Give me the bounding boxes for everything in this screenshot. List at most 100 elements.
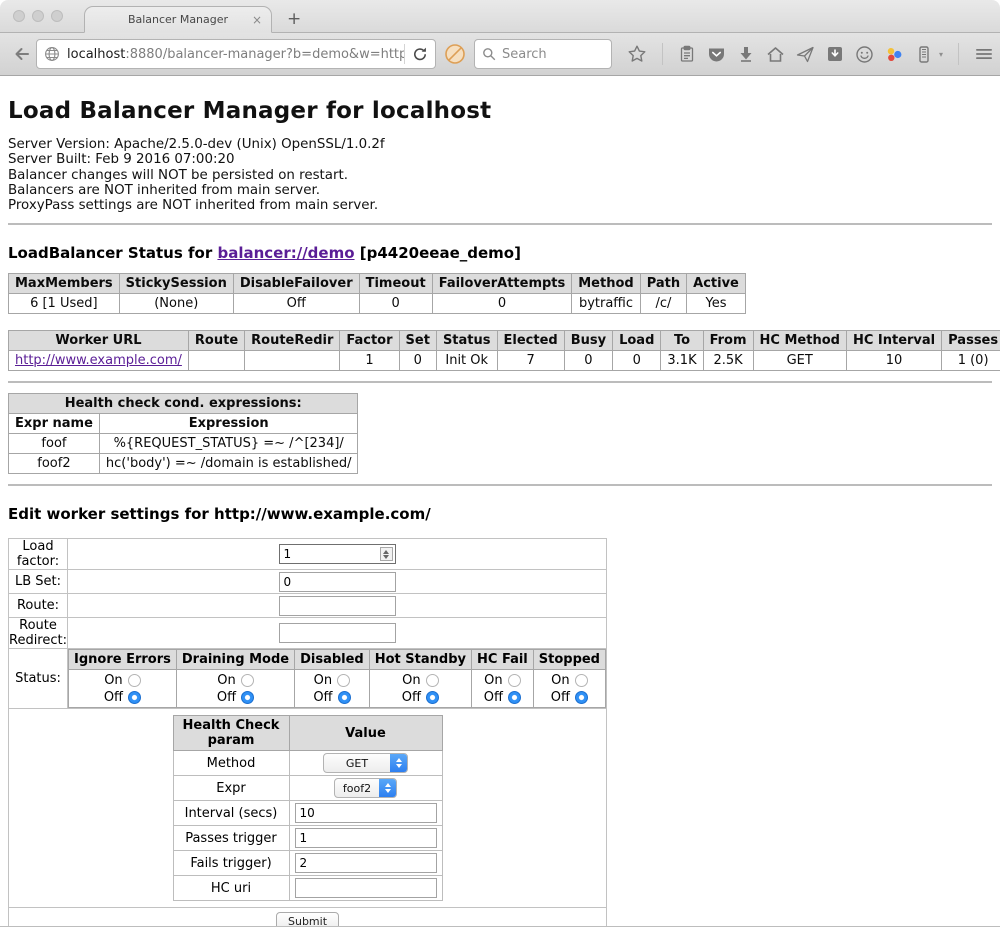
column-header: Busy <box>564 331 612 351</box>
worker-row: http://www.example.com/ 1 0 Init Ok 7 0 … <box>9 351 1000 371</box>
colored-dots-button[interactable] <box>885 45 904 64</box>
table-row: 6 [1 Used] (None) Off 0 0 bytraffic /c/ … <box>9 294 746 314</box>
radio-off-label[interactable]: Off <box>402 690 439 705</box>
minimize-window-button[interactable] <box>32 10 44 22</box>
stopped-on-radio[interactable] <box>575 674 588 687</box>
url-host: localhost <box>67 47 125 62</box>
menu-button[interactable] <box>974 45 994 63</box>
table-title-row: Health check cond. expressions: <box>9 394 358 414</box>
load-factor-cell <box>68 539 607 570</box>
page-title: Load Balancer Manager for localhost <box>8 98 992 124</box>
cell-hc-interval: 10 <box>846 351 941 371</box>
balancer-status-heading: LoadBalancer Status for balancer://demo … <box>8 244 992 262</box>
ignore-errors-off-radio[interactable] <box>128 691 141 704</box>
server-version-line: Server Version: Apache/2.5.0-dev (Unix) … <box>8 137 992 152</box>
lb-set-input[interactable] <box>279 572 396 592</box>
search-input[interactable]: Search <box>474 39 612 69</box>
radio-on-label[interactable]: On <box>217 673 253 688</box>
clipboard-button[interactable] <box>678 45 696 63</box>
radio-off-label[interactable]: Off <box>484 690 521 705</box>
load-factor-label: Load factor: <box>9 539 68 570</box>
interval-label: Interval (secs) <box>173 801 289 826</box>
passes-input[interactable] <box>295 828 437 848</box>
content-blocked-button[interactable] <box>436 43 474 65</box>
url-text[interactable]: localhost:8880/balancer-manager?b=demo&w… <box>67 47 404 62</box>
back-button[interactable] <box>8 40 36 68</box>
status-column-hc-fail: HC Fail <box>472 650 534 670</box>
draining-mode-on-radio[interactable] <box>241 674 254 687</box>
tab-balancer-manager[interactable]: Balancer Manager × <box>84 6 272 33</box>
url-bar[interactable]: localhost:8880/balancer-manager?b=demo&w… <box>36 39 436 69</box>
radio-on-label[interactable]: On <box>551 673 587 688</box>
radio-on-label[interactable]: On <box>314 673 350 688</box>
chevron-down-icon[interactable]: ▾ <box>939 50 943 59</box>
hc-fail-on-radio[interactable] <box>508 674 521 687</box>
home-button[interactable] <box>766 45 785 64</box>
hc-fail-off-radio[interactable] <box>508 691 521 704</box>
form-row-route-redirect: Route Redirect: <box>9 618 607 649</box>
tab-title: Balancer Manager <box>128 13 228 26</box>
smiley-button[interactable] <box>855 45 874 64</box>
fails-input[interactable] <box>295 853 437 873</box>
cell-set: 0 <box>399 351 436 371</box>
table-row: foof2 hc('body') =~ /domain is establish… <box>9 454 358 474</box>
expr-select[interactable]: foof2 <box>334 778 397 798</box>
route-label: Route: <box>9 594 68 618</box>
stopped-off-radio[interactable] <box>575 691 588 704</box>
radio-off-label[interactable]: Off <box>551 690 588 705</box>
hc-param-row-interval: Interval (secs) <box>173 801 442 826</box>
cell-worker-url: http://www.example.com/ <box>9 351 189 371</box>
zoom-window-button[interactable] <box>51 10 63 22</box>
status-column-ignore-errors: Ignore Errors <box>69 650 177 670</box>
battery-button[interactable] <box>915 45 933 64</box>
status-group-stopped: On Off <box>533 670 605 708</box>
radio-off-label[interactable]: Off <box>104 690 141 705</box>
column-header: Method <box>572 274 640 294</box>
column-header: RouteRedir <box>245 331 340 351</box>
status-radio-row: On Off On Off <box>69 670 606 708</box>
cell-expr-name: foof <box>9 434 100 454</box>
hc-uri-input[interactable] <box>295 878 437 898</box>
disabled-on-radio[interactable] <box>337 674 350 687</box>
method-select[interactable]: GET <box>323 753 408 773</box>
route-input[interactable] <box>279 596 396 616</box>
cell-factor: 1 <box>340 351 399 371</box>
radio-on-label[interactable]: On <box>104 673 140 688</box>
hc-params-cell: Health Check param Value Method GET Expr <box>9 709 607 908</box>
radio-on-label[interactable]: On <box>402 673 438 688</box>
content-blocked-icon <box>444 43 466 65</box>
select-stepper-icon <box>379 779 396 797</box>
new-tab-button[interactable]: + <box>287 9 301 29</box>
send-button[interactable] <box>796 45 815 64</box>
close-window-button[interactable] <box>13 10 25 22</box>
radio-off-label[interactable]: Off <box>217 690 254 705</box>
column-header: To <box>661 331 703 351</box>
send-icon <box>796 45 815 64</box>
window-controls[interactable] <box>13 10 63 22</box>
hot-standby-off-radio[interactable] <box>426 691 439 704</box>
on-text: On <box>217 673 235 688</box>
worker-url-link[interactable]: http://www.example.com/ <box>15 353 182 368</box>
route-redirect-input[interactable] <box>279 623 396 643</box>
disabled-off-radio[interactable] <box>338 691 351 704</box>
interval-input[interactable] <box>295 803 437 823</box>
cell-status: Init Ok <box>436 351 497 371</box>
submit-button[interactable]: Submit <box>276 912 339 927</box>
ignore-errors-on-radio[interactable] <box>128 674 141 687</box>
number-spinner-icon[interactable] <box>380 547 393 561</box>
radio-off-label[interactable]: Off <box>313 690 350 705</box>
clipboard-icon <box>678 45 696 63</box>
reload-button[interactable] <box>405 40 435 68</box>
load-factor-input[interactable] <box>279 544 396 564</box>
bookmark-star-button[interactable] <box>627 44 647 64</box>
box-download-button[interactable] <box>826 45 844 63</box>
pocket-button[interactable] <box>707 45 726 64</box>
status-header-row: Ignore Errors Draining Mode Disabled Hot… <box>69 650 606 670</box>
radio-on-label[interactable]: On <box>484 673 520 688</box>
draining-mode-off-radio[interactable] <box>241 691 254 704</box>
hot-standby-on-radio[interactable] <box>426 674 439 687</box>
tab-close-icon[interactable]: × <box>252 14 262 26</box>
download-button[interactable] <box>737 45 755 63</box>
balancer-demo-link[interactable]: balancer://demo <box>217 244 354 262</box>
column-header: From <box>703 331 753 351</box>
